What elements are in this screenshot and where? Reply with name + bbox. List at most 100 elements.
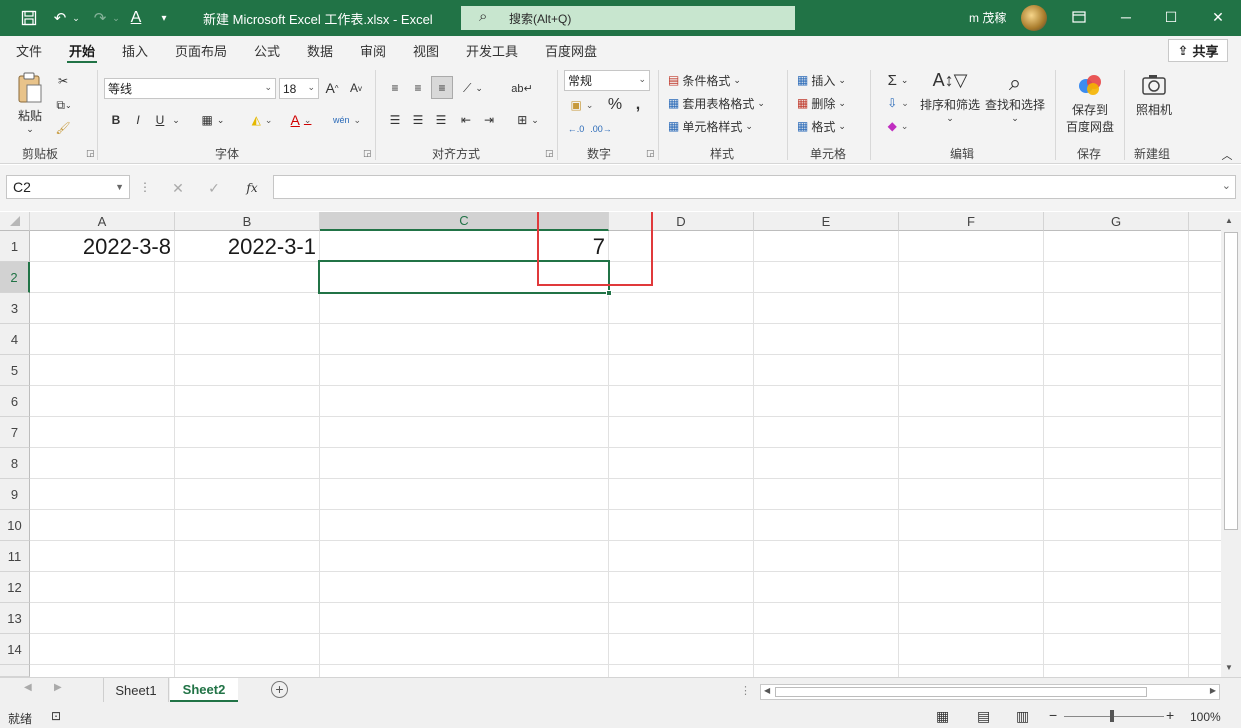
row-header[interactable]: 10 bbox=[0, 510, 30, 541]
font-color-qat-icon[interactable]: A bbox=[127, 8, 145, 28]
cell-a1[interactable]: 2022-3-8 bbox=[30, 231, 171, 262]
tab-data[interactable]: 数据 bbox=[305, 41, 335, 60]
delete-cells-button[interactable]: ▦ 删除 ⌄ bbox=[797, 93, 861, 113]
zoom-slider[interactable] bbox=[1064, 716, 1164, 717]
row-header[interactable]: 3 bbox=[0, 293, 30, 324]
horizontal-scrollbar[interactable]: ◀ ▶ bbox=[760, 684, 1220, 700]
clipboard-launcher-icon[interactable]: ◲ bbox=[86, 148, 95, 159]
save-to-baidu-button[interactable]: 保存到 百度网盘 bbox=[1062, 72, 1118, 135]
sheet-tab-sheet2[interactable]: Sheet2 bbox=[170, 678, 238, 702]
zoom-in-icon[interactable]: + bbox=[1166, 707, 1174, 723]
row-header[interactable]: 13 bbox=[0, 603, 30, 634]
sheet-tab-sheet1[interactable]: Sheet1 bbox=[103, 678, 169, 702]
row-header[interactable]: 5 bbox=[0, 355, 30, 386]
share-button[interactable]: ⇪ 共享 bbox=[1168, 39, 1228, 62]
scroll-right-icon[interactable]: ▶ bbox=[1210, 686, 1216, 695]
name-box[interactable]: C2 ▼ bbox=[6, 175, 130, 199]
undo-dropdown-icon[interactable]: ⌄ bbox=[70, 8, 82, 28]
tab-page-layout[interactable]: 页面布局 bbox=[173, 41, 229, 60]
page-layout-view-icon[interactable]: ▤ bbox=[977, 708, 990, 725]
increase-font-icon[interactable]: A ^ bbox=[323, 78, 341, 98]
fill-icon[interactable]: ⇩ ⌄ bbox=[882, 93, 914, 113]
row-header[interactable]: 12 bbox=[0, 572, 30, 603]
column-header-h[interactable] bbox=[1189, 212, 1221, 231]
tab-formulas[interactable]: 公式 bbox=[252, 41, 282, 60]
maximize-icon[interactable]: ☐ bbox=[1156, 5, 1186, 29]
format-cells-button[interactable]: ▦ 格式 ⌄ bbox=[797, 116, 861, 136]
customize-qat-icon[interactable]: ▾ bbox=[156, 8, 172, 28]
column-header-a[interactable]: A bbox=[30, 212, 175, 231]
sort-filter-button[interactable]: A↕▽ 排序和筛选 ⌄ bbox=[918, 70, 982, 124]
align-middle-icon[interactable]: ≡ bbox=[408, 78, 428, 98]
redo-dropdown-icon[interactable]: ⌄ bbox=[110, 8, 122, 28]
alignment-launcher-icon[interactable]: ◲ bbox=[545, 148, 554, 159]
row-header[interactable]: 2 bbox=[0, 262, 30, 293]
align-left-icon[interactable]: ☰ bbox=[385, 110, 405, 130]
row-header[interactable] bbox=[0, 665, 30, 677]
row-header[interactable]: 11 bbox=[0, 541, 30, 572]
number-launcher-icon[interactable]: ◲ bbox=[646, 148, 655, 159]
formula-input[interactable]: ⌄ bbox=[273, 175, 1236, 199]
cell-styles-button[interactable]: ▦ 单元格样式 ⌄ bbox=[668, 116, 768, 136]
cell-b1[interactable]: 2022-3-1 bbox=[175, 231, 316, 262]
underline-dropdown-icon[interactable]: ⌄ bbox=[170, 110, 182, 130]
cancel-entry-icon[interactable]: ✕ bbox=[168, 179, 188, 197]
insert-function-icon[interactable]: fx bbox=[240, 179, 264, 197]
redo-icon[interactable]: ↷ bbox=[89, 8, 111, 28]
ribbon-display-icon[interactable] bbox=[1064, 5, 1094, 29]
decrease-font-icon[interactable]: Av bbox=[347, 78, 365, 98]
align-right-icon[interactable]: ☰ bbox=[431, 110, 451, 130]
tab-home[interactable]: 开始 bbox=[67, 41, 98, 63]
percent-style-icon[interactable]: % bbox=[605, 95, 625, 115]
format-as-table-button[interactable]: ▦ 套用表格格式 ⌄ bbox=[668, 93, 778, 113]
fill-handle[interactable] bbox=[606, 290, 612, 296]
font-color-icon[interactable]: A ⌄ bbox=[284, 110, 318, 130]
page-break-view-icon[interactable]: ▥ bbox=[1016, 708, 1029, 725]
save-icon[interactable] bbox=[18, 8, 40, 28]
zoom-slider-thumb[interactable] bbox=[1110, 710, 1114, 722]
format-painter-icon[interactable]: 🖌 bbox=[54, 119, 72, 137]
tab-insert[interactable]: 插入 bbox=[120, 41, 150, 60]
merge-center-icon[interactable]: ⊞ ⌄ bbox=[511, 110, 545, 130]
font-launcher-icon[interactable]: ◲ bbox=[363, 148, 372, 159]
select-all-corner[interactable] bbox=[0, 212, 30, 231]
scroll-left-icon[interactable]: ◀ bbox=[764, 686, 770, 695]
row-header[interactable]: 6 bbox=[0, 386, 30, 417]
tab-review[interactable]: 审阅 bbox=[358, 41, 388, 60]
row-header[interactable]: 4 bbox=[0, 324, 30, 355]
next-sheet-icon[interactable]: ▶ bbox=[54, 682, 62, 693]
accounting-format-icon[interactable]: ▣ ⌄ bbox=[565, 95, 599, 115]
prev-sheet-icon[interactable]: ◀ bbox=[24, 682, 32, 693]
decrease-decimal-icon[interactable]: .00→ bbox=[590, 119, 612, 139]
horizontal-scroll-thumb[interactable] bbox=[775, 687, 1147, 697]
copy-icon[interactable]: ⧉ ⌄ bbox=[53, 96, 75, 114]
comma-style-icon[interactable]: , bbox=[630, 95, 646, 115]
search-box[interactable]: ⌕ 搜索(Alt+Q) bbox=[461, 6, 795, 30]
worksheet-grid[interactable]: A B C D E F G 1 2 3 4 5 6 7 8 9 10 11 12… bbox=[0, 212, 1221, 677]
align-center-icon[interactable]: ☰ bbox=[408, 110, 428, 130]
row-header[interactable]: 9 bbox=[0, 479, 30, 510]
undo-icon[interactable]: ↶ bbox=[49, 8, 71, 28]
avatar[interactable] bbox=[1021, 5, 1047, 31]
confirm-entry-icon[interactable]: ✓ bbox=[204, 179, 224, 197]
clear-icon[interactable]: ◆ ⌄ bbox=[882, 116, 914, 136]
macro-record-icon[interactable]: ⊡ bbox=[51, 709, 61, 723]
wrap-text-icon[interactable]: ab↵ bbox=[511, 78, 533, 98]
cut-icon[interactable]: ✂ bbox=[55, 72, 71, 90]
close-icon[interactable]: ✕ bbox=[1203, 5, 1233, 29]
normal-view-icon[interactable]: ▦ bbox=[936, 708, 949, 725]
scroll-down-icon[interactable]: ▼ bbox=[1225, 663, 1233, 672]
expand-formula-icon[interactable]: ⌄ bbox=[1222, 179, 1231, 192]
conditional-formatting-button[interactable]: ▤ 条件格式 ⌄ bbox=[668, 70, 754, 90]
bold-button[interactable]: B bbox=[108, 110, 124, 130]
autosum-icon[interactable]: Σ ⌄ bbox=[882, 70, 914, 90]
increase-decimal-icon[interactable]: ←.0 bbox=[565, 119, 587, 139]
column-header-e[interactable]: E bbox=[754, 212, 899, 231]
paste-button[interactable]: 粘贴 ⌄ bbox=[12, 72, 48, 135]
tab-split-grip-icon[interactable]: ⋮ bbox=[740, 684, 751, 697]
camera-button[interactable]: 照相机 bbox=[1132, 72, 1176, 118]
column-header-f[interactable]: F bbox=[899, 212, 1044, 231]
italic-button[interactable]: I bbox=[130, 110, 146, 130]
align-top-icon[interactable]: ≡ bbox=[385, 78, 405, 98]
scroll-up-icon[interactable]: ▲ bbox=[1225, 216, 1233, 225]
